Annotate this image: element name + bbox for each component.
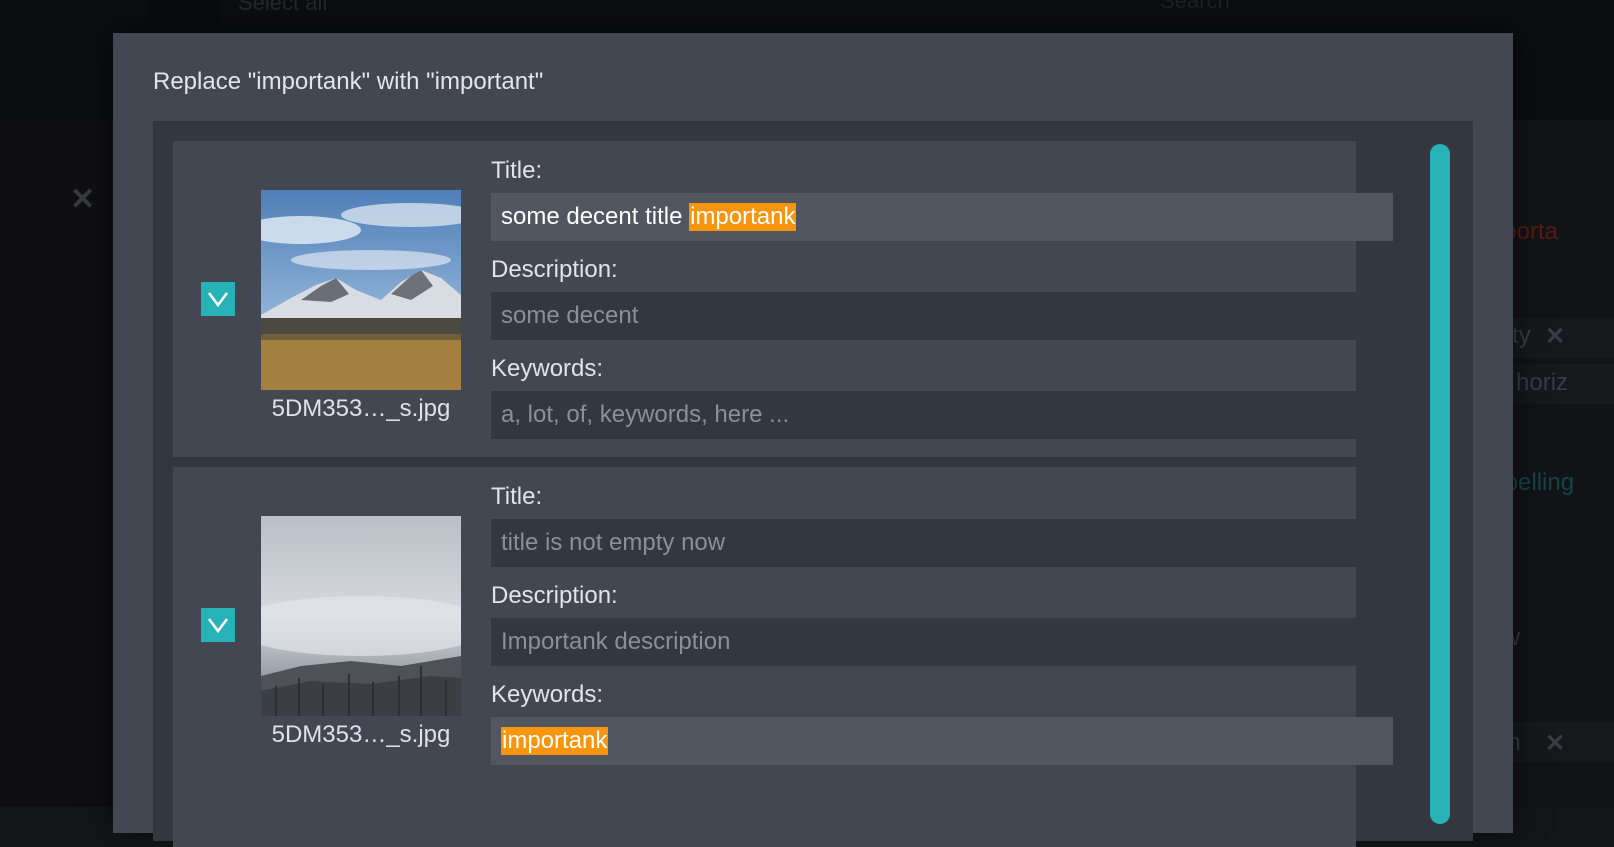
- keywords-field[interactable]: a, lot, of, keywords, here ...: [491, 391, 1393, 439]
- description-label: Description:: [491, 582, 618, 609]
- check-icon: [207, 292, 229, 308]
- match-highlight: importank: [689, 203, 797, 231]
- match-highlight: importank: [501, 727, 609, 755]
- file-name: 5DM353…_s.jpg: [271, 395, 451, 422]
- title-text: some decent title: [501, 203, 690, 230]
- foggy-forest-thumbnail: [261, 516, 461, 716]
- list-item: 5DM353…_s.jpg Title: some decent title i…: [173, 141, 1393, 457]
- description-field[interactable]: Importank description: [491, 618, 1393, 666]
- description-label: Description:: [491, 256, 618, 283]
- list-item: 5DM353…_s.jpg Title: title is not empty …: [173, 467, 1393, 847]
- keywords-label: Keywords:: [491, 681, 604, 708]
- replace-dialog: Replace "importank" with "important" 5DM…: [113, 33, 1513, 847]
- mountain-thumbnail: [261, 190, 461, 390]
- check-icon: [207, 618, 229, 634]
- file-name: 5DM353…_s.jpg: [271, 721, 451, 748]
- title-label: Title:: [491, 157, 543, 184]
- list-scrollbar[interactable]: [1430, 144, 1450, 824]
- dialog-title: Replace "importank" with "important": [153, 68, 544, 95]
- title-label: Title:: [491, 483, 543, 510]
- keywords-label: Keywords:: [491, 355, 604, 382]
- item-checkbox[interactable]: [201, 608, 235, 642]
- replace-preview-list: 5DM353…_s.jpg Title: some decent title i…: [153, 121, 1473, 847]
- item-checkbox[interactable]: [201, 282, 235, 316]
- title-field[interactable]: title is not empty now: [491, 519, 1393, 567]
- keywords-field[interactable]: importank: [491, 717, 1393, 765]
- title-field[interactable]: some decent title importank: [491, 193, 1393, 241]
- description-field[interactable]: some decent: [491, 292, 1393, 340]
